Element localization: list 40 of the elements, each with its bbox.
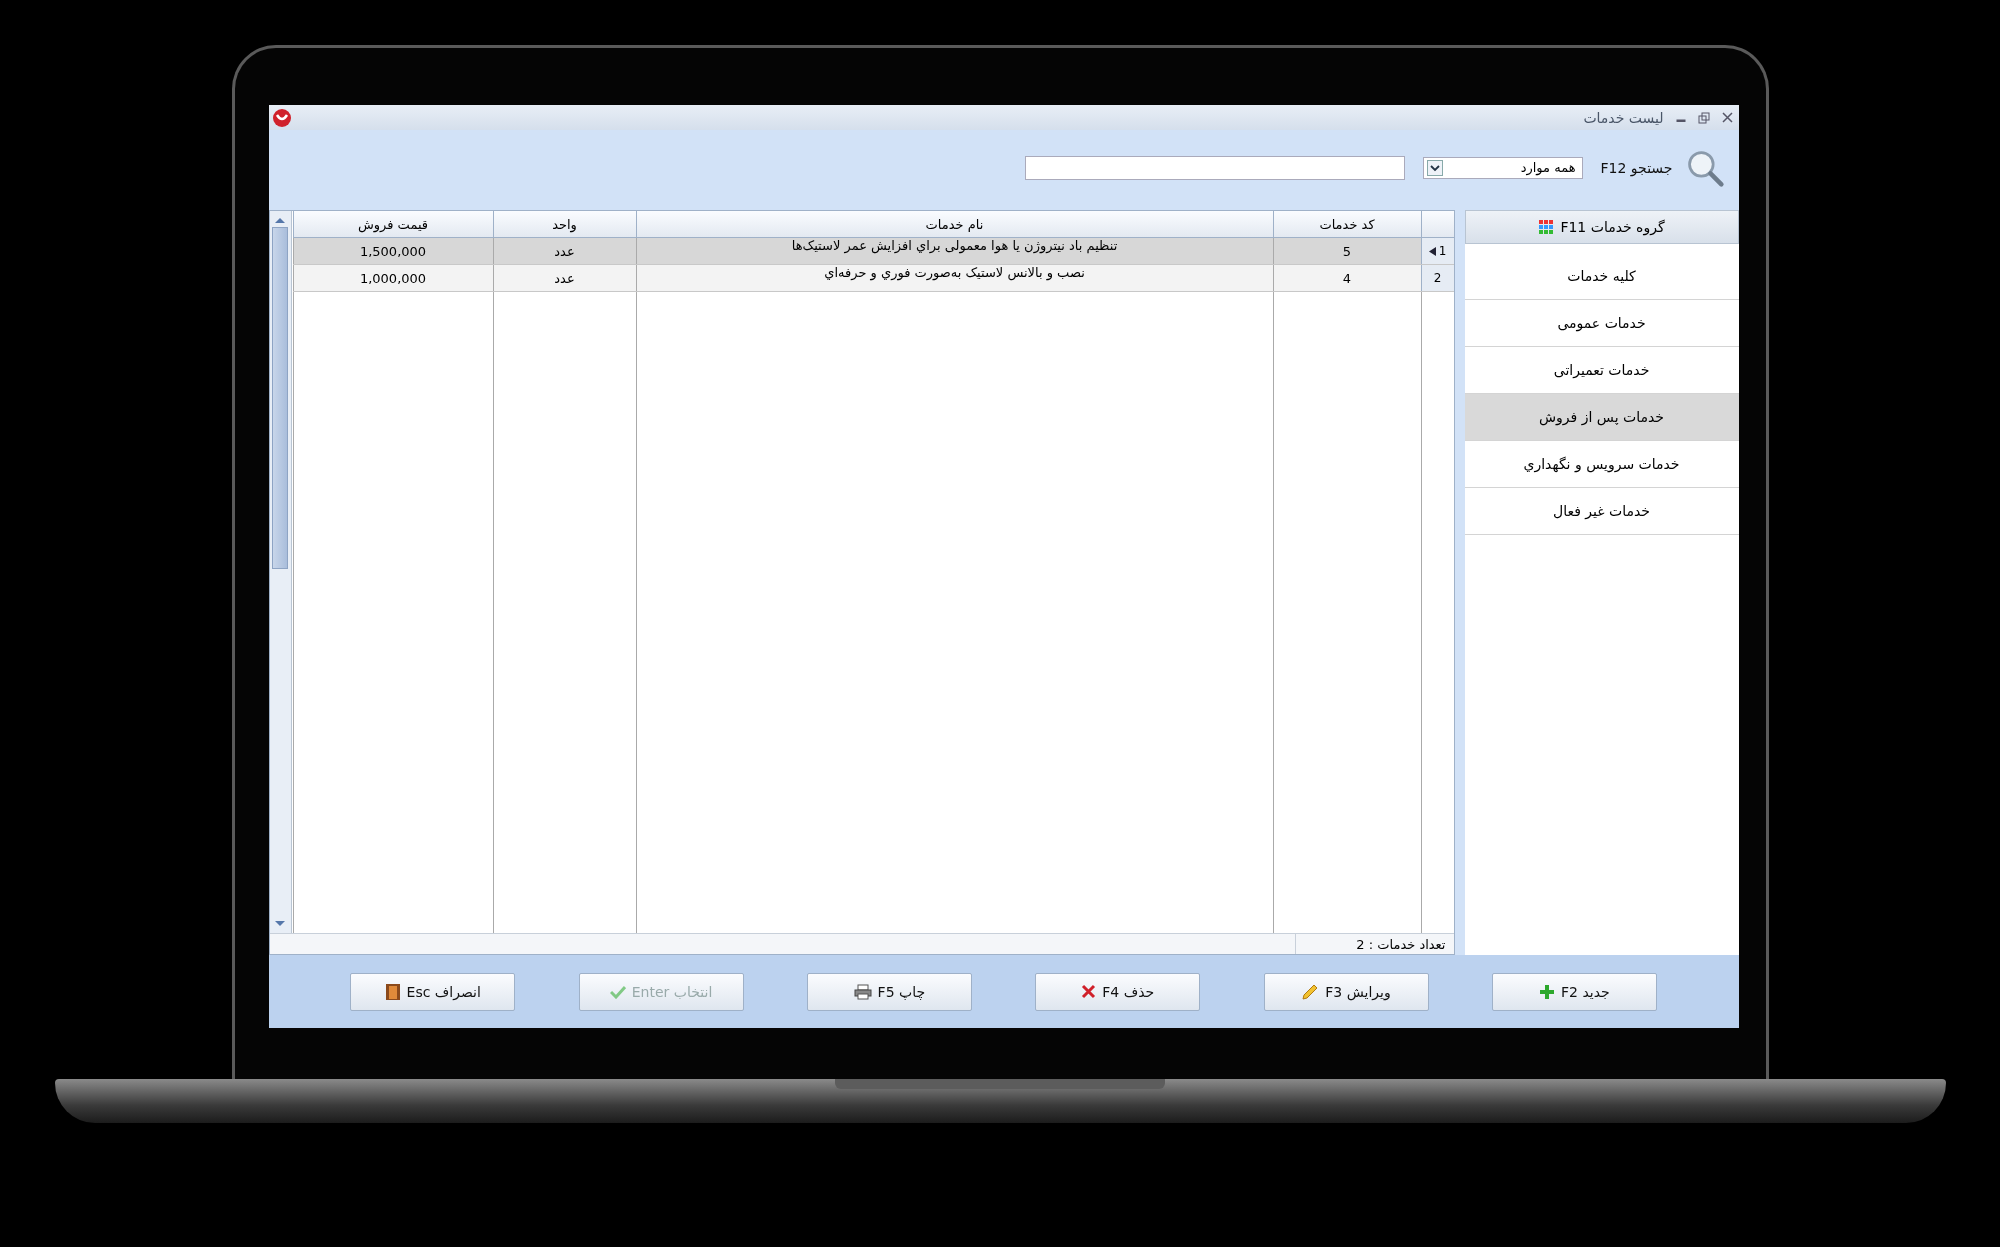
column-header[interactable]: واحد	[492, 211, 636, 237]
grid-icon	[1538, 219, 1555, 235]
search-label: جستجو F12	[1600, 159, 1673, 176]
scroll-down-icon[interactable]	[273, 919, 287, 929]
row-pointer-icon	[1428, 246, 1436, 256]
close-icon[interactable]	[1721, 112, 1733, 123]
table-cell: 1,000,000	[359, 270, 427, 286]
cancel-button[interactable]: انصراف Esc	[350, 972, 516, 1011]
edit-button[interactable]: ویرایش F3	[1263, 972, 1429, 1011]
group-header-button[interactable]: گروه خدمات F11	[1464, 210, 1739, 244]
caret-icon	[1426, 159, 1443, 176]
table-cell: عدد	[554, 243, 575, 259]
plus-icon	[1539, 983, 1555, 1000]
scrollbar[interactable]	[269, 211, 292, 933]
table-cell: 4	[1342, 270, 1352, 286]
row-number: 2	[1433, 271, 1442, 285]
logo-icon	[271, 107, 292, 128]
new-button[interactable]: جدید F2	[1491, 972, 1657, 1011]
x-icon	[1081, 984, 1097, 999]
table-cell: تنظیم باد نیتروژن یا هوا معمولی براي افزایش عمر لاستیک‌ها	[791, 238, 1118, 253]
window-title: لیست خدمات	[1583, 109, 1664, 126]
restore-icon[interactable]	[1697, 111, 1710, 124]
print-button[interactable]: چاپ F5	[806, 972, 972, 1011]
table-cell: 1,500,000	[359, 243, 427, 259]
scroll-up-icon[interactable]	[273, 215, 287, 225]
column-header[interactable]: نام خدمات	[635, 211, 1273, 237]
search-field[interactable]	[1024, 155, 1405, 180]
column-header[interactable]: کد خدمات	[1272, 211, 1421, 237]
row-number: 1	[1438, 244, 1447, 258]
pencil-icon	[1301, 982, 1320, 1001]
item-count: تعداد خدمات : 2	[1294, 934, 1454, 954]
check-icon	[609, 984, 626, 999]
delete-button[interactable]: حذف F4	[1035, 972, 1201, 1011]
filter-dropdown[interactable]: همه موارد	[1422, 156, 1583, 179]
table-cell: 5	[1342, 243, 1352, 259]
printer-icon	[853, 983, 872, 1000]
table-cell: عدد	[554, 270, 575, 286]
door-icon	[384, 982, 401, 1001]
sidebar-item[interactable]: خدمات پس از فروش	[1464, 394, 1739, 441]
table-cell: نصب و بالانس لاستیک به‌صورت فوري و حرفه‌اي	[824, 265, 1085, 280]
